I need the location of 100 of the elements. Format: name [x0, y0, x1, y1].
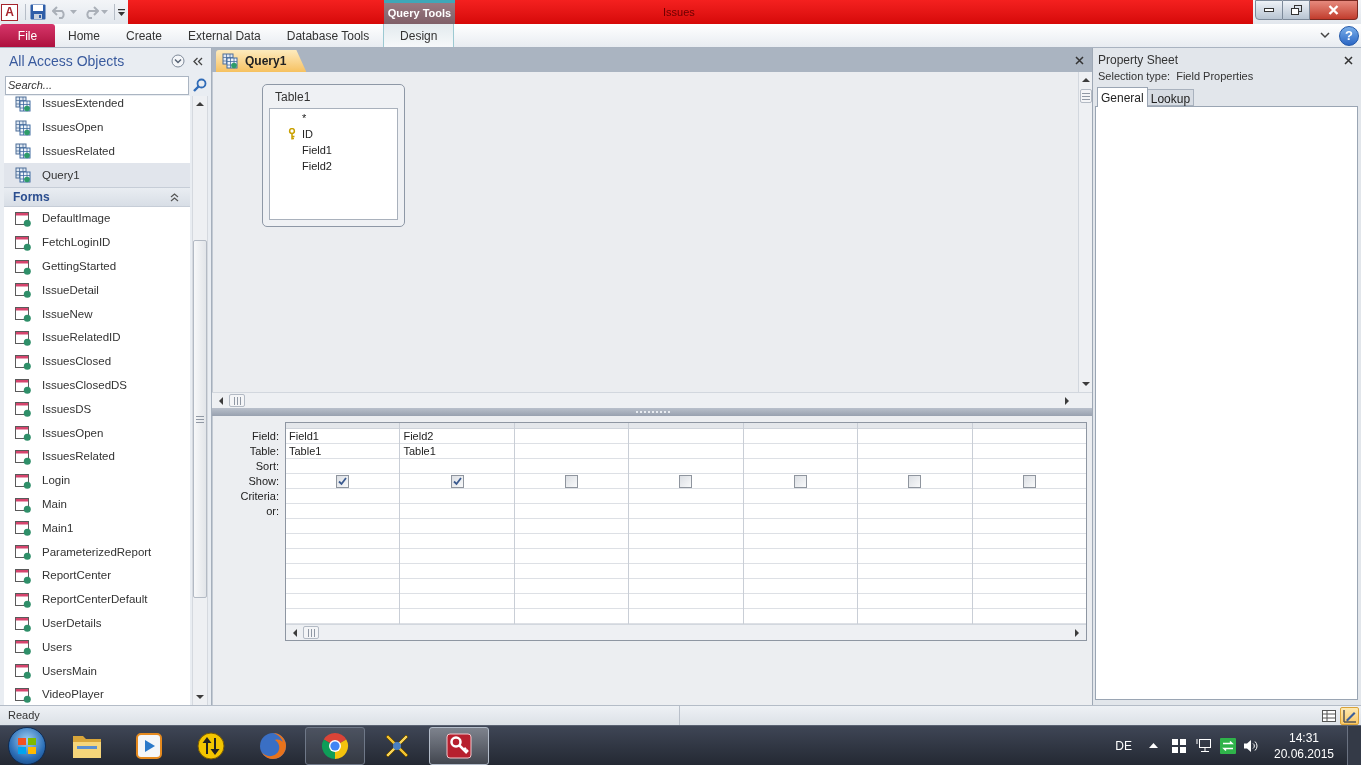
speaker-icon[interactable] [1244, 738, 1259, 753]
nav-item[interactable]: IssuesExtended [4, 96, 190, 116]
column-selector[interactable] [858, 423, 972, 429]
window-title: Issues [663, 4, 695, 20]
field-item[interactable]: Field1 [270, 142, 397, 158]
ribbon-tab[interactable]: Database Tools [273, 24, 383, 47]
show-checkbox[interactable] [679, 474, 693, 488]
column-selector[interactable] [743, 423, 858, 429]
grid-cell[interactable]: Field2 [400, 429, 514, 444]
column-selector[interactable] [286, 423, 400, 429]
close-icon[interactable] [1344, 55, 1353, 65]
show-desktop-button[interactable] [1347, 726, 1361, 765]
scrollbar-thumb[interactable] [303, 626, 319, 639]
document-tab[interactable]: Query1 [216, 50, 307, 72]
start-button[interactable] [8, 726, 46, 765]
nav-item[interactable]: IssuesRelated [4, 445, 190, 469]
nav-item[interactable]: DefaultImage [4, 207, 190, 231]
grid-cell[interactable]: Table1 [286, 444, 400, 459]
column-selector[interactable] [629, 423, 743, 429]
collapse-chevrons-icon[interactable] [170, 192, 179, 202]
nav-item[interactable]: IssueNew [4, 302, 190, 327]
property-tab[interactable]: Lookup [1147, 89, 1195, 106]
ribbon-tab[interactable]: External Data [175, 24, 274, 47]
vertical-scrollbar[interactable] [192, 96, 208, 705]
form-window-icon [15, 496, 31, 513]
clock-time[interactable]: 14:31 [1289, 729, 1319, 746]
view-button[interactable] [1340, 706, 1359, 725]
field-item[interactable]: Field2 [270, 158, 397, 174]
grid-cell[interactable]: Table1 [400, 444, 514, 459]
nav-item[interactable]: IssuesRelated [4, 139, 190, 164]
search-field[interactable]: Search... [5, 75, 189, 95]
nav-item[interactable]: UserDetails [4, 611, 190, 636]
nav-item[interactable]: VideoPlayer [4, 683, 190, 705]
restore-icon [1290, 5, 1302, 15]
column-selector[interactable] [972, 423, 1086, 429]
nav-item[interactable]: ParameterizedReport [4, 540, 190, 565]
scrollbar-thumb[interactable] [193, 240, 207, 598]
dropdown-circle-icon[interactable] [171, 54, 185, 68]
show-hidden-icons-icon[interactable] [1149, 743, 1158, 748]
nav-item[interactable]: FetchLoginID [4, 231, 190, 255]
globe-icon [259, 731, 287, 760]
nav-item[interactable]: Login [4, 468, 190, 493]
show-checkbox[interactable] [565, 474, 579, 488]
taskbar-app-button[interactable] [429, 726, 489, 765]
nav-item[interactable]: GettingStarted [4, 254, 190, 279]
save-icon[interactable] [30, 4, 46, 20]
column-selector[interactable] [400, 423, 514, 429]
sync-icon[interactable] [1220, 737, 1236, 754]
field-item[interactable]: * [270, 110, 397, 126]
nav-item[interactable]: IssuesClosedDS [4, 373, 190, 398]
group-header[interactable]: Forms [4, 187, 190, 208]
nav-item[interactable]: IssuesOpen [4, 115, 190, 140]
show-checkbox[interactable] [1022, 474, 1036, 488]
ribbon-tab[interactable]: Create [113, 24, 176, 47]
nav-item[interactable]: ReportCenterDefault [4, 587, 190, 612]
search-icon[interactable] [193, 78, 207, 92]
network-icon[interactable] [1196, 738, 1212, 753]
show-checkbox[interactable] [908, 474, 922, 488]
scrollbar-thumb[interactable] [229, 394, 245, 407]
nav-item[interactable]: ReportCenter [4, 564, 190, 588]
chevron-down-icon[interactable] [1320, 32, 1330, 39]
horizontal-scrollbar[interactable] [286, 624, 1086, 640]
nav-item[interactable]: IssuesDS [4, 397, 190, 422]
language-indicator[interactable]: DE [1115, 736, 1132, 755]
close-icon[interactable] [1075, 55, 1084, 65]
collapse-pane-icon[interactable] [193, 56, 203, 66]
customize-toolbar-icon[interactable] [118, 8, 125, 16]
nav-item[interactable]: Query1 [4, 163, 190, 188]
ribbon-tab[interactable]: Home [55, 24, 113, 47]
nav-item[interactable]: IssueDetail [4, 278, 190, 303]
query-table-icon [15, 143, 31, 160]
show-checkbox[interactable] [793, 474, 807, 488]
scrollbar-thumb[interactable] [1079, 89, 1092, 103]
restore-button[interactable] [1283, 0, 1310, 20]
dropdown-caret-icon[interactable] [101, 10, 108, 14]
nav-item[interactable]: UsersMain [4, 659, 190, 684]
column-selector[interactable] [514, 423, 629, 429]
field-item[interactable]: ID [270, 126, 397, 142]
nav-item[interactable]: IssuesOpen [4, 421, 190, 446]
four-squares-icon[interactable] [1172, 738, 1186, 753]
show-checkbox[interactable] [336, 474, 350, 488]
show-checkbox[interactable] [450, 474, 464, 488]
nav-item[interactable]: IssuesClosed [4, 349, 190, 374]
form-window-icon [15, 472, 31, 489]
nav-item[interactable]: Users [4, 635, 190, 660]
vertical-scrollbar[interactable] [1078, 72, 1092, 392]
close-button[interactable] [1310, 0, 1358, 20]
nav-item[interactable]: IssueRelatedID [4, 326, 190, 350]
minimize-button[interactable] [1255, 0, 1283, 20]
grid-cell[interactable]: Field1 [286, 429, 400, 444]
nav-item[interactable]: Main [4, 492, 190, 517]
table-field-list-window[interactable]: Table1 * ID Field1 Field2 [262, 84, 405, 227]
file-tab[interactable]: File [0, 24, 55, 47]
app-logo[interactable]: A [1, 3, 18, 21]
taskbar-app-button[interactable] [305, 726, 365, 765]
horizontal-scrollbar[interactable] [212, 392, 1092, 408]
dropdown-caret-icon[interactable] [70, 10, 77, 14]
clock-date[interactable]: 20.06.2015 [1273, 745, 1335, 762]
property-tab[interactable]: General [1097, 87, 1148, 107]
nav-item[interactable]: Main1 [4, 516, 190, 541]
